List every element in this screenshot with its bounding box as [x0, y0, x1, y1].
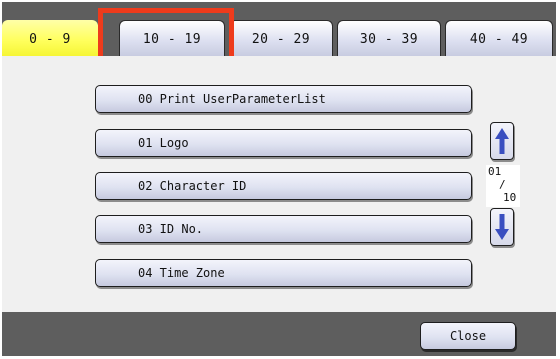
- footer-bar: Close: [2, 312, 556, 356]
- parameter-button-04[interactable]: 04 Time Zone: [95, 259, 472, 287]
- close-button[interactable]: Close: [420, 322, 516, 350]
- page-indicator: 01 / 10: [486, 165, 520, 207]
- tab-label: 10 - 19: [142, 32, 202, 47]
- tab-label: 30 - 39: [359, 32, 419, 47]
- parameter-label: 00 Print UserParameterList: [138, 92, 326, 106]
- page-total: 10: [503, 191, 517, 204]
- parameter-button-00[interactable]: 00 Print UserParameterList: [95, 85, 472, 113]
- tab-label: 0 - 9: [29, 31, 71, 47]
- scroll-down-button[interactable]: [490, 208, 514, 246]
- close-label: Close: [449, 329, 487, 343]
- arrow-up-icon: [495, 128, 509, 154]
- parameter-button-02[interactable]: 02 Character ID: [95, 172, 472, 200]
- tab-0-9[interactable]: 0 - 9: [2, 20, 98, 58]
- parameter-button-03[interactable]: 03 ID No.: [95, 215, 472, 243]
- screen: 0 - 9 10 - 19 20 - 29 30 - 39 40 - 49 00…: [0, 0, 560, 359]
- tab-30-39[interactable]: 30 - 39: [337, 20, 441, 58]
- page-current: 01: [488, 165, 502, 178]
- parameter-label: 01 Logo: [138, 136, 189, 150]
- parameter-label: 02 Character ID: [138, 179, 247, 193]
- tab-10-19[interactable]: 10 - 19: [119, 20, 225, 58]
- scroll-up-button[interactable]: [490, 122, 514, 160]
- tab-bar: 0 - 9 10 - 19 20 - 29 30 - 39 40 - 49: [2, 2, 556, 58]
- parameter-label: 04 Time Zone: [138, 266, 225, 280]
- parameter-panel: 00 Print UserParameterList 01 Logo 02 Ch…: [2, 56, 556, 312]
- parameter-button-01[interactable]: 01 Logo: [95, 129, 472, 157]
- tab-40-49[interactable]: 40 - 49: [445, 20, 553, 58]
- tab-20-29[interactable]: 20 - 29: [229, 20, 333, 58]
- page-separator: /: [499, 178, 506, 191]
- arrow-down-icon: [495, 214, 509, 240]
- tab-label: 40 - 49: [469, 32, 529, 47]
- parameter-label: 03 ID No.: [138, 222, 204, 236]
- tab-label: 20 - 29: [251, 32, 311, 47]
